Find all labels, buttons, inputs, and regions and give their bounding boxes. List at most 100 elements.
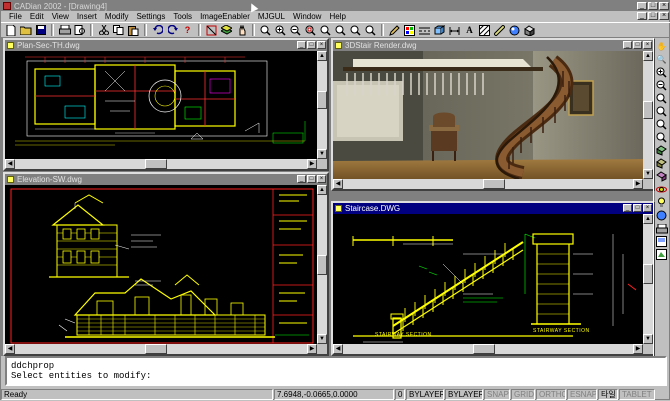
scroll-down-arrow[interactable]: ▼ xyxy=(317,334,327,344)
drawing-canvas[interactable]: STAIRWAY SECTION STAIRWAY SECTION xyxy=(333,214,643,344)
command-line-window[interactable]: ddchprop Select entities to modify: xyxy=(5,356,667,386)
window-minimize-button[interactable]: _ xyxy=(297,175,306,183)
block-icon[interactable] xyxy=(433,24,446,37)
mdi-close-button[interactable]: × xyxy=(659,12,669,20)
pan-hand-icon[interactable]: ✋ xyxy=(656,41,668,52)
orbit-icon[interactable] xyxy=(656,184,668,195)
window-maximize-button[interactable]: □ xyxy=(633,41,642,49)
measure-icon[interactable] xyxy=(493,24,506,37)
menu-mjgul[interactable]: MJGUL xyxy=(258,12,285,21)
scroll-up-arrow[interactable]: ▲ xyxy=(317,51,327,61)
window-minimize-button[interactable]: _ xyxy=(297,41,306,49)
open-icon[interactable] xyxy=(19,24,32,37)
menu-settings[interactable]: Settings xyxy=(136,12,165,21)
scroll-left-arrow[interactable]: ◀ xyxy=(5,159,15,169)
window-maximize-button[interactable]: □ xyxy=(307,41,316,49)
drawing-window-render[interactable]: 3DStair Render.dwg _ □ × ▲ ▼ ◀ ▶ xyxy=(331,38,655,191)
mdi-restore-button[interactable]: □ xyxy=(648,12,658,20)
horizontal-scrollbar[interactable]: ◀ ▶ xyxy=(5,159,317,169)
print-icon[interactable] xyxy=(655,223,668,234)
window-minimize-button[interactable]: _ xyxy=(623,204,632,212)
menu-modify[interactable]: Modify xyxy=(105,12,129,21)
print-preview-icon[interactable] xyxy=(73,24,86,37)
redo-icon[interactable] xyxy=(166,24,179,37)
cut-icon[interactable] xyxy=(97,24,110,37)
zoom-realtime-icon[interactable]: 🔍 xyxy=(656,54,668,65)
vertical-scrollbar[interactable]: ▲ ▼ xyxy=(317,185,327,344)
scroll-thumb[interactable] xyxy=(643,264,653,284)
dimension-icon[interactable] xyxy=(448,24,461,37)
drawing-canvas[interactable] xyxy=(5,185,317,344)
properties-icon[interactable] xyxy=(388,24,401,37)
vertical-scrollbar[interactable]: ▲ ▼ xyxy=(643,214,653,344)
scroll-right-arrow[interactable]: ▶ xyxy=(307,344,317,354)
window-titlebar[interactable]: 3DStair Render.dwg _ □ × xyxy=(333,40,653,51)
copy-icon[interactable] xyxy=(112,24,125,37)
layer-icon[interactable] xyxy=(220,24,233,37)
scroll-up-arrow[interactable]: ▲ xyxy=(643,214,653,224)
scroll-thumb[interactable] xyxy=(473,344,495,354)
grid-toggle[interactable]: GRID xyxy=(511,389,535,400)
scroll-thumb[interactable] xyxy=(317,255,327,275)
tablet-toggle[interactable]: TABLET xyxy=(619,389,655,400)
light-icon[interactable] xyxy=(656,197,668,208)
scroll-up-arrow[interactable]: ▲ xyxy=(317,185,327,195)
render-viewport[interactable] xyxy=(333,51,643,179)
zoom-window-icon[interactable] xyxy=(304,24,317,37)
scroll-thumb[interactable] xyxy=(145,344,167,354)
view-front-icon[interactable] xyxy=(656,158,668,169)
color-icon[interactable] xyxy=(403,24,416,37)
window-titlebar[interactable]: Elevation-SW.dwg _ □ × xyxy=(5,174,327,185)
vertical-scrollbar[interactable]: ▲ ▼ xyxy=(643,51,653,179)
drawing-canvas[interactable] xyxy=(5,51,317,159)
esnap-toggle[interactable]: ESNAP xyxy=(567,389,597,400)
zoom-in-icon[interactable] xyxy=(656,67,668,78)
scroll-thumb[interactable] xyxy=(483,179,505,189)
scroll-down-arrow[interactable]: ▼ xyxy=(643,334,653,344)
minimize-button[interactable]: _ xyxy=(637,2,647,10)
scroll-thumb[interactable] xyxy=(145,159,167,169)
paste-icon[interactable] xyxy=(127,24,140,37)
horizontal-scrollbar[interactable]: ◀ ▶ xyxy=(333,179,643,189)
window-maximize-button[interactable]: □ xyxy=(633,204,642,212)
print-icon[interactable] xyxy=(58,24,71,37)
zoom-all-icon[interactable] xyxy=(656,119,668,130)
window-minimize-button[interactable]: _ xyxy=(623,41,632,49)
undo-icon[interactable] xyxy=(151,24,164,37)
pan-icon[interactable] xyxy=(235,24,248,37)
app-titlebar[interactable]: CADian 2002 - [Drawing4] _ □ × xyxy=(1,1,670,11)
menu-insert[interactable]: Insert xyxy=(77,12,97,21)
layout-icon[interactable] xyxy=(656,236,668,247)
shade-icon[interactable] xyxy=(523,24,536,37)
zoom-in-icon[interactable] xyxy=(274,24,287,37)
scroll-right-arrow[interactable]: ▶ xyxy=(633,344,643,354)
save-icon[interactable] xyxy=(34,24,47,37)
current-layer[interactable]: 0 xyxy=(395,389,405,400)
snap-icon[interactable] xyxy=(205,24,218,37)
zoom-out-icon[interactable] xyxy=(289,24,302,37)
zoom-realtime-icon[interactable] xyxy=(259,24,272,37)
window-close-button[interactable]: × xyxy=(317,41,326,49)
zoom-extents-icon[interactable] xyxy=(319,24,332,37)
scroll-down-arrow[interactable]: ▼ xyxy=(317,149,327,159)
help-icon[interactable]: ? xyxy=(181,24,194,37)
drawing-window-plan[interactable]: Plan-Sec-TH.dwg _ □ × ▲ ▼ ◀ ▶ xyxy=(3,38,329,171)
scroll-left-arrow[interactable]: ◀ xyxy=(333,344,343,354)
tile-toggle[interactable]: 타일 xyxy=(598,389,618,400)
menu-file[interactable]: File xyxy=(9,12,22,21)
close-button[interactable]: × xyxy=(659,2,669,10)
menu-help[interactable]: Help xyxy=(329,12,345,21)
render-icon[interactable] xyxy=(656,210,668,221)
horizontal-scrollbar[interactable]: ◀ ▶ xyxy=(333,344,643,354)
drawing-window-staircase[interactable]: Staircase.DWG _ □ × STAIRWAY SECTION STA… xyxy=(331,201,655,356)
drawing-window-elevation[interactable]: Elevation-SW.dwg _ □ × ▲ ▼ ◀ ▶ xyxy=(3,172,329,356)
menu-edit[interactable]: Edit xyxy=(30,12,44,21)
window-close-button[interactable]: × xyxy=(317,175,326,183)
window-maximize-button[interactable]: □ xyxy=(307,175,316,183)
snap-toggle[interactable]: SNAP xyxy=(484,389,510,400)
model-icon[interactable] xyxy=(656,249,668,260)
mdi-minimize-button[interactable]: _ xyxy=(637,12,647,20)
named-views-icon[interactable] xyxy=(364,24,377,37)
menu-tools[interactable]: Tools xyxy=(173,12,192,21)
scroll-left-arrow[interactable]: ◀ xyxy=(5,344,15,354)
